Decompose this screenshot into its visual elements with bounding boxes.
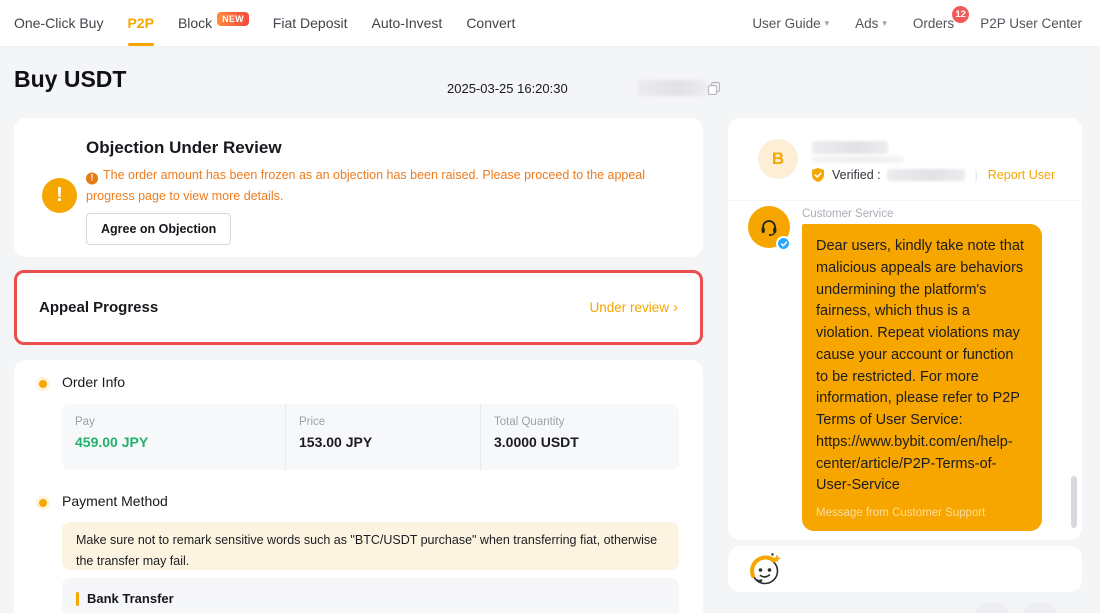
warning-circle-icon: ! [42, 178, 77, 213]
total-quantity-value: 3.0000 USDT [494, 434, 679, 450]
section-bullet-icon [39, 380, 47, 388]
ads-menu[interactable]: Ads ▾ [855, 16, 887, 31]
verified-label: Verified : [832, 168, 881, 182]
user-guide-menu[interactable]: User Guide ▾ [752, 16, 829, 31]
appeal-status-text: Under review [589, 300, 669, 315]
tab-auto-invest[interactable]: Auto-Invest [371, 0, 442, 46]
verified-shield-icon [810, 167, 826, 183]
seller-avatar[interactable]: B [758, 139, 798, 179]
seller-chat-card: B Verified : | Report User [728, 118, 1082, 540]
objection-card: ! Objection Under Review !The order amou… [14, 118, 703, 257]
chat-message-footer: Message from Customer Support [816, 507, 1028, 519]
divider: | [971, 168, 982, 182]
alert-icon: ! [86, 172, 98, 184]
chat-sender-label: Customer Service [802, 208, 893, 220]
orders-link[interactable]: Orders 12 [913, 16, 954, 31]
appeal-progress-title: Appeal Progress [39, 299, 158, 316]
tab-label: P2P [127, 15, 153, 31]
price-label: Price [299, 416, 480, 428]
price-column: Price 153.00 JPY [285, 404, 480, 470]
tab-block[interactable]: Block NEW [178, 0, 249, 46]
tab-label: Fiat Deposit [273, 15, 348, 31]
tab-label: Auto-Invest [371, 15, 442, 31]
order-timestamp: 2025-03-25 16:20:30 [447, 81, 568, 96]
tab-p2p[interactable]: P2P [127, 0, 153, 46]
p2p-user-center-link[interactable]: P2P User Center [980, 16, 1082, 31]
seller-header: B Verified : | Report User [728, 118, 1082, 201]
seller-subinfo-redacted [812, 156, 904, 163]
user-center-label: P2P User Center [980, 16, 1082, 31]
payment-method-box[interactable]: Bank Transfer [62, 578, 679, 613]
tab-label: One-Click Buy [14, 15, 103, 31]
agree-on-objection-button[interactable]: Agree on Objection [86, 213, 231, 245]
tab-label: Convert [466, 15, 515, 31]
order-details-card: Order Info Pay 459.00 JPY Price 153.00 J… [14, 360, 703, 613]
verified-row: Verified : | Report User [810, 166, 1055, 184]
objection-title: Objection Under Review [86, 138, 282, 158]
report-user-link[interactable]: Report User [988, 168, 1055, 182]
order-number-redacted [637, 80, 707, 96]
bank-transfer-row: Bank Transfer [76, 591, 679, 606]
floating-button[interactable] [972, 602, 1012, 613]
tab-label: Block [178, 15, 212, 31]
payment-method-heading: Payment Method [62, 493, 168, 509]
chat-message-bubble: Dear users, kindly take note that malici… [802, 224, 1042, 531]
orders-label: Orders [913, 16, 954, 31]
appeal-status-link[interactable]: Under review › [589, 300, 678, 315]
section-bullet-icon [39, 499, 47, 507]
headset-icon [758, 216, 780, 238]
chevron-right-icon: › [673, 300, 678, 315]
nav-utilities: User Guide ▾ Ads ▾ Orders 12 P2P User Ce… [752, 0, 1100, 46]
p2p-order-page: One-Click Buy P2P Block NEW Fiat Deposit… [0, 0, 1100, 613]
pay-value: 459.00 JPY [75, 434, 285, 450]
ads-label: Ads [855, 16, 878, 31]
tab-one-click-buy[interactable]: One-Click Buy [14, 0, 103, 46]
pay-column: Pay 459.00 JPY [62, 404, 285, 470]
support-bot-icon[interactable] [746, 551, 784, 589]
new-badge: NEW [217, 12, 249, 26]
total-quantity-column: Total Quantity 3.0000 USDT [480, 404, 679, 470]
seller-name-redacted [812, 141, 888, 154]
order-info-box: Pay 459.00 JPY Price 153.00 JPY Total Qu… [62, 404, 679, 470]
caret-down-icon: ▾ [825, 18, 830, 29]
floating-button[interactable] [1020, 602, 1060, 613]
user-guide-label: User Guide [752, 16, 820, 31]
total-quantity-label: Total Quantity [494, 416, 679, 428]
page-title: Buy USDT [14, 66, 126, 93]
copy-icon[interactable] [707, 81, 721, 95]
orders-count-badge: 12 [952, 6, 969, 23]
support-bot-card [728, 546, 1082, 592]
chat-message-text: Dear users, kindly take note that malici… [816, 236, 1028, 497]
orange-bar-icon [76, 592, 79, 606]
objection-alert-text: The order amount has been frozen as an o… [86, 168, 645, 203]
tab-fiat-deposit[interactable]: Fiat Deposit [273, 0, 348, 46]
top-navigation: One-Click Buy P2P Block NEW Fiat Deposit… [0, 0, 1100, 47]
payment-notice: Make sure not to remark sensitive words … [62, 522, 679, 570]
chat-scrollbar[interactable] [1071, 476, 1077, 528]
appeal-progress-card[interactable]: Appeal Progress Under review › [14, 270, 703, 345]
tab-convert[interactable]: Convert [466, 0, 515, 46]
pay-label: Pay [75, 416, 285, 428]
order-info-heading: Order Info [62, 374, 125, 390]
objection-alert: !The order amount has been frozen as an … [86, 165, 661, 208]
verified-value-redacted [887, 169, 965, 181]
bank-transfer-label: Bank Transfer [87, 591, 174, 606]
verified-check-icon [776, 236, 791, 251]
caret-down-icon: ▾ [882, 18, 887, 29]
price-value: 153.00 JPY [299, 434, 480, 450]
nav-tabs: One-Click Buy P2P Block NEW Fiat Deposit… [0, 0, 515, 46]
